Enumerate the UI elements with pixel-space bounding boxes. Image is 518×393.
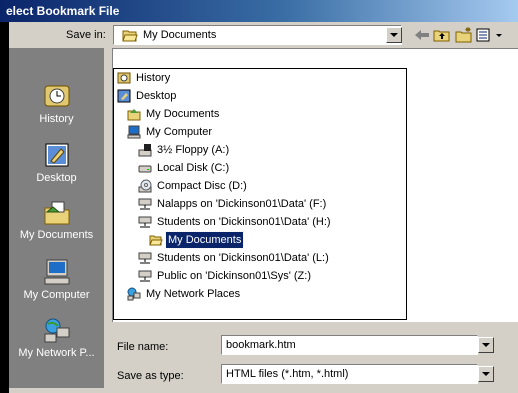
dropdown-item-nalapps-f[interactable]: Nalapps on 'Dickinson01\Data' (F:) bbox=[138, 196, 328, 212]
cd-drive-icon bbox=[138, 179, 152, 193]
dropdown-item-label: My Network Places bbox=[146, 288, 241, 300]
title-bar[interactable]: elect Bookmark File bbox=[0, 0, 518, 22]
history-icon bbox=[117, 72, 131, 84]
places-desktop-label: Desktop bbox=[36, 172, 77, 184]
save-in-dropdown-list: History Desktop My Documents My Computer… bbox=[113, 68, 407, 320]
dropdown-item-label: History bbox=[136, 72, 171, 84]
my-documents-icon bbox=[44, 201, 69, 225]
places-desktop[interactable]: Desktop bbox=[9, 141, 104, 184]
dropdown-item-label: Compact Disc (D:) bbox=[157, 180, 247, 192]
network-places-icon bbox=[44, 318, 69, 343]
dropdown-item-my-computer[interactable]: My Computer bbox=[127, 124, 214, 140]
save-in-dropdown[interactable]: My Documents bbox=[113, 25, 402, 45]
dropdown-item-local-disk-c[interactable]: Local Disk (C:) bbox=[138, 160, 231, 176]
places-history[interactable]: History bbox=[9, 82, 104, 125]
save-in-dropdown-arrow[interactable] bbox=[386, 27, 402, 43]
dropdown-item-label: Students on 'Dickinson01\Data' (H:) bbox=[157, 216, 331, 228]
file-name-label: File name: bbox=[117, 341, 169, 353]
dropdown-item-history[interactable]: History bbox=[117, 70, 172, 86]
my-computer-icon bbox=[127, 125, 141, 139]
save-in-value: My Documents bbox=[143, 29, 217, 41]
views-menu-icon[interactable] bbox=[476, 27, 506, 43]
places-bar: History Desktop My Documents My Computer… bbox=[9, 48, 104, 388]
desktop-icon bbox=[117, 89, 131, 103]
dropdown-item-compact-disc-d[interactable]: Compact Disc (D:) bbox=[138, 178, 249, 194]
places-my-computer[interactable]: My Computer bbox=[9, 258, 104, 301]
floppy-drive-icon bbox=[138, 144, 152, 157]
up-folder-icon[interactable] bbox=[433, 27, 451, 43]
dropdown-item-label: Desktop bbox=[136, 90, 177, 102]
save-as-type-select[interactable]: HTML files (*.htm, *.html) bbox=[221, 364, 478, 384]
network-places-icon bbox=[127, 287, 141, 301]
file-name-input[interactable]: bookmark.htm bbox=[221, 335, 478, 355]
hard-disk-icon bbox=[138, 165, 152, 173]
dropdown-item-label: Local Disk (C:) bbox=[157, 162, 230, 174]
save-in-label: Save in: bbox=[66, 29, 106, 41]
places-history-label: History bbox=[39, 113, 74, 125]
my-documents-icon bbox=[127, 109, 141, 121]
dropdown-item-label: My Documents bbox=[164, 231, 245, 249]
dropdown-item-my-documents-h[interactable]: My Documents bbox=[149, 231, 245, 249]
dropdown-item-my-network-places[interactable]: My Network Places bbox=[127, 286, 242, 302]
network-drive-icon bbox=[138, 198, 152, 210]
my-computer-icon bbox=[44, 259, 69, 285]
network-drive-icon bbox=[138, 270, 152, 282]
network-drive-icon bbox=[138, 252, 152, 264]
desktop-icon bbox=[45, 143, 68, 167]
save-as-type-dropdown-arrow[interactable] bbox=[478, 366, 494, 382]
dropdown-item-students-l[interactable]: Students on 'Dickinson01\Data' (L:) bbox=[138, 250, 331, 266]
folder-open-icon bbox=[149, 235, 163, 246]
dropdown-item-label: My Documents bbox=[146, 108, 220, 120]
network-drive-icon bbox=[138, 216, 152, 228]
dropdown-item-my-documents[interactable]: My Documents bbox=[127, 106, 221, 122]
dropdown-item-label: Nalapps on 'Dickinson01\Data' (F:) bbox=[157, 198, 327, 210]
places-my-documents[interactable]: My Documents bbox=[9, 198, 104, 241]
places-my-network[interactable]: My Network P... bbox=[9, 316, 104, 359]
dropdown-item-label: Students on 'Dickinson01\Data' (L:) bbox=[157, 252, 329, 264]
places-my-computer-label: My Computer bbox=[23, 289, 90, 301]
new-folder-icon[interactable] bbox=[455, 27, 473, 43]
history-icon bbox=[44, 85, 69, 107]
window-title: elect Bookmark File bbox=[6, 4, 120, 18]
file-name-dropdown-arrow[interactable] bbox=[478, 337, 494, 353]
dropdown-item-public-z[interactable]: Public on 'Dickinson01\Sys' (Z:) bbox=[138, 268, 313, 284]
save-as-type-label: Save as type: bbox=[117, 370, 184, 382]
dropdown-item-floppy-a[interactable]: 3½ Floppy (A:) bbox=[138, 142, 231, 158]
folder-open-icon bbox=[122, 30, 138, 42]
dropdown-item-label: Public on 'Dickinson01\Sys' (Z:) bbox=[157, 270, 311, 282]
dropdown-item-label: My Computer bbox=[146, 126, 213, 138]
dropdown-item-label: 3½ Floppy (A:) bbox=[157, 144, 230, 156]
places-my-network-label: My Network P... bbox=[18, 347, 95, 359]
save-dialog: elect Bookmark File Save in: My Document… bbox=[0, 0, 518, 393]
places-my-documents-label: My Documents bbox=[19, 229, 94, 241]
background-strip bbox=[0, 22, 9, 393]
back-arrow-icon[interactable] bbox=[413, 27, 431, 43]
dropdown-item-desktop[interactable]: Desktop bbox=[117, 88, 178, 104]
dropdown-item-students-h[interactable]: Students on 'Dickinson01\Data' (H:) bbox=[138, 214, 333, 230]
